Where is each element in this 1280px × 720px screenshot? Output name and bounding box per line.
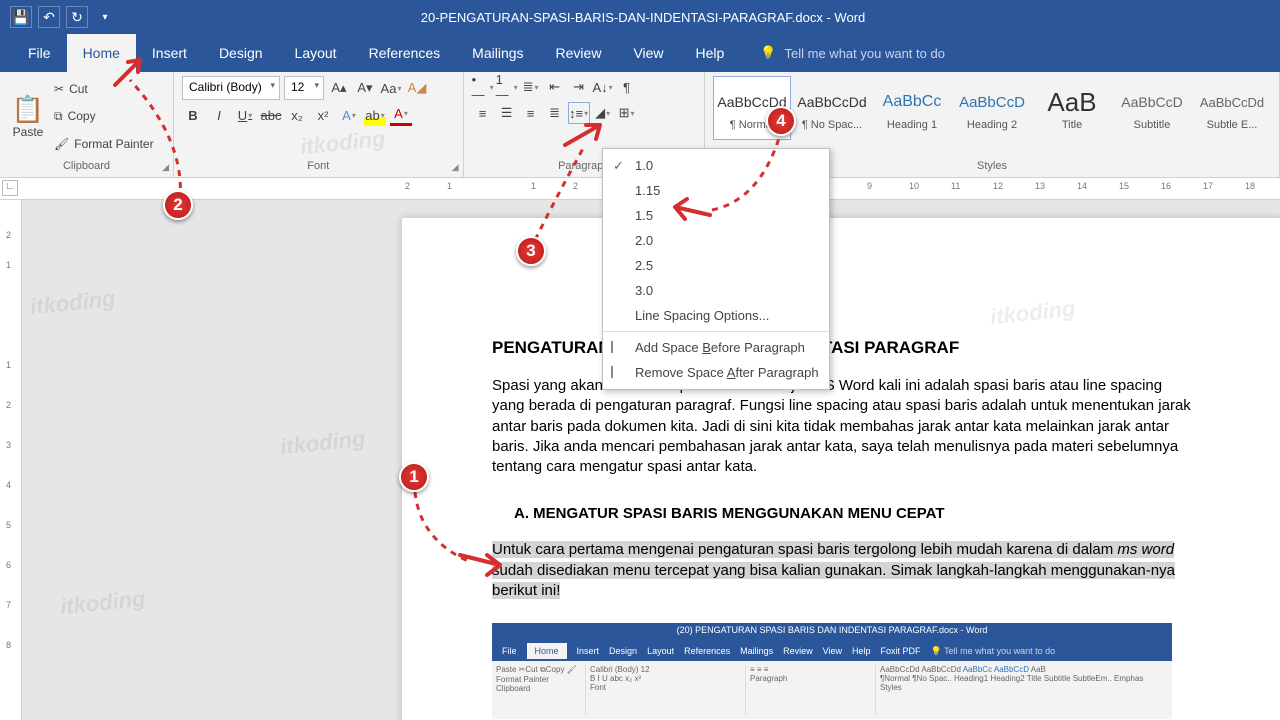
line-spacing-options[interactable]: Line Spacing Options... [603, 303, 829, 328]
page[interactable]: PENGATURAN SPASI BARIS DAN INDENTASI PAR… [402, 218, 1280, 720]
format-painter-button[interactable]: 🖌Format Painter [54, 137, 154, 151]
bullets-icon[interactable]: •— [472, 76, 494, 98]
vertical-ruler[interactable]: 21 12 34 56 78 [0, 200, 22, 720]
align-right-icon[interactable]: ≡ [520, 102, 542, 124]
add-space-before[interactable]: Add Space Before Paragraph [603, 335, 829, 360]
spacing-opt-3-0[interactable]: 3.0 [603, 278, 829, 303]
style---no-spac---[interactable]: AaBbCcDd¶ No Spac... [793, 76, 871, 140]
italic-icon[interactable]: I [208, 104, 230, 126]
highlight-icon[interactable]: ab [364, 104, 386, 126]
shrink-font-icon[interactable]: A▾ [354, 77, 376, 99]
section-a-title: A. MENGATUR SPASI BARIS MENGGUNAKAN MENU… [514, 505, 1192, 522]
show-marks-icon[interactable]: ¶ [616, 76, 638, 98]
annotation-badge-1: 1 [399, 462, 429, 492]
style-heading-1[interactable]: AaBbCcHeading 1 [873, 76, 951, 140]
copy-button[interactable]: ⧉Copy [54, 109, 154, 124]
annotation-badge-3: 3 [516, 236, 546, 266]
spacing-opt-2-0[interactable]: 2.0 [603, 228, 829, 253]
copy-icon: ⧉ [54, 109, 63, 124]
align-left-icon[interactable]: ≡ [472, 102, 494, 124]
change-case-icon[interactable]: Aa [380, 77, 402, 99]
tell-me-search[interactable]: 💡 Tell me what you want to do [760, 45, 945, 61]
style-heading-2[interactable]: AaBbCcDHeading 2 [953, 76, 1031, 140]
scissors-icon: ✂ [54, 82, 64, 96]
tab-selector-icon[interactable]: ∟ [2, 180, 18, 196]
style-subtitle[interactable]: AaBbCcDSubtitle [1113, 76, 1191, 140]
tab-mailings[interactable]: Mailings [456, 34, 539, 72]
doc-heading: PENGATURAN SPASI BARIS DAN INDENTASI PAR… [492, 338, 1192, 358]
increase-indent-icon[interactable]: ⇥ [568, 76, 590, 98]
annotation-arrow-icon [110, 50, 150, 90]
style-subtle-e---[interactable]: AaBbCcDdSubtle E... [1193, 76, 1271, 140]
save-icon[interactable]: 💾 [10, 6, 32, 28]
annotation-arrow-icon [560, 115, 610, 155]
clipboard-launcher-icon[interactable]: ◢ [162, 162, 169, 173]
qat-customize-icon[interactable]: ▾ [94, 6, 116, 28]
font-label: Font [182, 157, 455, 175]
clear-formatting-icon[interactable]: A◢ [406, 77, 428, 99]
borders-icon[interactable]: ⊞ [616, 102, 638, 124]
font-size-select[interactable]: 12 [284, 76, 324, 100]
text-effects-icon[interactable]: A [338, 104, 360, 126]
clipboard-label: Clipboard [8, 157, 165, 175]
brush-icon: 🖌 [54, 137, 69, 151]
undo-icon[interactable]: ↶ [38, 6, 60, 28]
tab-design[interactable]: Design [203, 34, 279, 72]
window-title: 20-PENGATURAN-SPASI-BARIS-DAN-INDENTASI-… [126, 10, 1160, 25]
paste-icon[interactable]: 📋 [12, 94, 44, 125]
tab-references[interactable]: References [353, 34, 457, 72]
remove-space-after[interactable]: Remove Space After Paragraph [603, 360, 829, 385]
style-title[interactable]: AaBTitle [1033, 76, 1111, 140]
grow-font-icon[interactable]: A▴ [328, 77, 350, 99]
spacing-opt-1-5[interactable]: 1.5 [603, 203, 829, 228]
tab-review[interactable]: Review [540, 34, 618, 72]
decrease-indent-icon[interactable]: ⇤ [544, 76, 566, 98]
annotation-badge-2: 2 [163, 190, 193, 220]
ribbon-tabs: File Home Insert Design Layout Reference… [0, 34, 1280, 72]
line-spacing-menu: 1.0 1.15 1.5 2.0 2.5 3.0 Line Spacing Op… [602, 148, 830, 390]
subscript-icon[interactable]: x₂ [286, 104, 308, 126]
font-launcher-icon[interactable]: ◢ [452, 162, 459, 173]
font-name-select[interactable]: Calibri (Body) [182, 76, 280, 100]
sort-icon[interactable]: A↓ [592, 76, 614, 98]
bold-icon[interactable]: B [182, 104, 204, 126]
annotation-arrow-icon [665, 195, 715, 225]
align-center-icon[interactable]: ☰ [496, 102, 518, 124]
spacing-opt-1-15[interactable]: 1.15 [603, 178, 829, 203]
numbering-icon[interactable]: 1— [496, 76, 518, 98]
font-color-icon[interactable]: A [390, 104, 412, 126]
titlebar: 💾 ↶ ↻ ▾ 20-PENGATURAN-SPASI-BARIS-DAN-IN… [0, 0, 1280, 34]
spacing-opt-1-0[interactable]: 1.0 [603, 153, 829, 178]
font-group: Calibri (Body) 12 A▴ A▾ Aa A◢ B I U abc … [174, 72, 464, 177]
tab-layout[interactable]: Layout [279, 34, 353, 72]
annotation-badge-4: 4 [766, 106, 796, 136]
embedded-screenshot: FileHomeInsertDesignLayoutReferencesMail… [492, 623, 1172, 719]
spacing-opt-2-5[interactable]: 2.5 [603, 253, 829, 278]
strikethrough-icon[interactable]: abc [260, 104, 282, 126]
tab-view[interactable]: View [617, 34, 679, 72]
redo-icon[interactable]: ↻ [66, 6, 88, 28]
doc-paragraph-2: Untuk cara pertama mengenai pengaturan s… [492, 540, 1192, 601]
annotation-arrow-icon [455, 545, 510, 585]
doc-paragraph-1: Spasi yang akan kita bahas pada materi b… [492, 376, 1192, 477]
tab-help[interactable]: Help [680, 34, 741, 72]
lightbulb-icon: 💡 [760, 45, 776, 61]
multilevel-icon[interactable]: ≣ [520, 76, 542, 98]
underline-icon[interactable]: U [234, 104, 256, 126]
tab-file[interactable]: File [12, 34, 67, 72]
paste-button[interactable]: Paste [13, 125, 44, 139]
superscript-icon[interactable]: x² [312, 104, 334, 126]
